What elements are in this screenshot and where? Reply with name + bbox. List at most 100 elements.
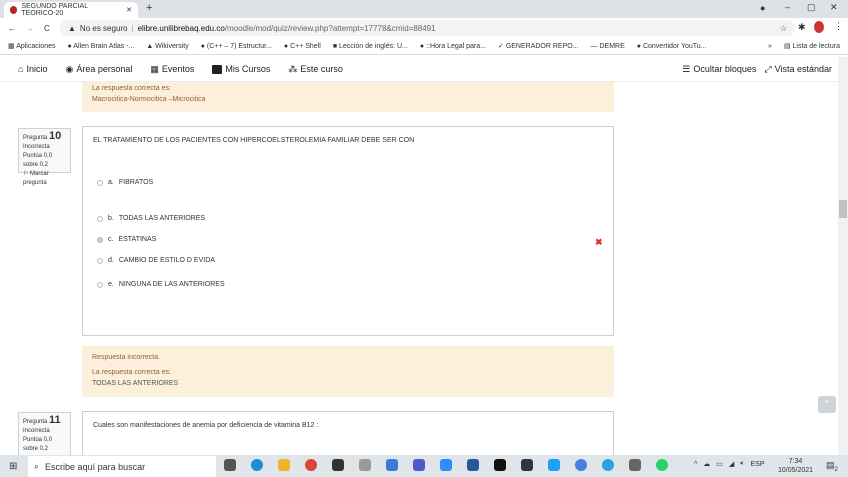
gimp-icon[interactable] bbox=[629, 459, 641, 471]
question-score: Puntúa 0,0 sobre 0,2 bbox=[23, 437, 53, 452]
scrollbar-thumb[interactable] bbox=[839, 200, 847, 218]
amazon-icon[interactable] bbox=[359, 459, 371, 471]
quiz-review-content: La respuesta correcta es: Macrocitica-No… bbox=[0, 82, 838, 455]
chrome-icon[interactable] bbox=[305, 459, 317, 471]
radio-button[interactable] bbox=[97, 257, 103, 264]
back-to-top-button[interactable]: ⌃ bbox=[818, 396, 836, 413]
question-number: 10 bbox=[49, 130, 62, 142]
new-tab-button[interactable]: + bbox=[146, 2, 152, 14]
twitter-icon[interactable] bbox=[548, 459, 560, 471]
taskbar-search[interactable]: ⌕ Escribe aquí para buscar bbox=[28, 456, 216, 477]
scrollbar[interactable] bbox=[838, 57, 848, 455]
standard-view-button[interactable]: ⤢ Vista estándar bbox=[764, 64, 832, 75]
option-b[interactable]: b. TODAS LAS ANTERIORES bbox=[97, 215, 205, 222]
bookmark-apps[interactable]: ▦ Aplicaciones bbox=[8, 42, 56, 50]
warning-icon: ▲ bbox=[68, 23, 76, 33]
sitemap-icon: ⁂ bbox=[288, 63, 298, 74]
incorrect-icon: ✖ bbox=[595, 237, 603, 247]
battery-icon[interactable]: ▭ bbox=[716, 460, 723, 468]
bookmark-item[interactable]: ● Allen Brain Atlas -... bbox=[68, 43, 135, 50]
question-score: Puntúa 0,0 sobre 0,2 bbox=[23, 153, 53, 168]
menu-icon[interactable]: ⋮ bbox=[834, 21, 843, 32]
close-window-button[interactable]: ✕ bbox=[830, 2, 838, 13]
clock[interactable]: 7:34 10/05/2021 bbox=[778, 457, 813, 475]
flag-question[interactable]: ⚐ Marcar pregunta bbox=[23, 170, 66, 188]
netflix-icon[interactable] bbox=[494, 459, 506, 471]
question-box: Cuales son manifestaciones de anemia por… bbox=[82, 411, 614, 455]
avatar[interactable] bbox=[814, 21, 824, 33]
tab-bar: SEGUNDO PARCIAL TEORICO-20 ✕ + ● – ▢ ✕ bbox=[0, 0, 848, 18]
language-indicator[interactable]: ESP bbox=[751, 461, 765, 468]
radio-button[interactable] bbox=[97, 179, 103, 186]
option-d[interactable]: d. CAMBIO DE ESTILO D EVIDA bbox=[97, 257, 215, 264]
windows-start-icon[interactable]: ⊞ bbox=[9, 461, 17, 472]
chevron-up-icon[interactable]: ^ bbox=[694, 461, 697, 468]
previous-feedback: La respuesta correcta es: Macrocitica-No… bbox=[82, 82, 614, 112]
correct-answer: Macrocitica-Normocitica –Microcitica bbox=[92, 96, 206, 103]
bookmark-item[interactable]: ● Convertidor YouTu... bbox=[637, 43, 707, 50]
file-explorer-icon[interactable] bbox=[278, 459, 290, 471]
hide-blocks-button[interactable]: ☰ Ocultar bloques bbox=[682, 64, 756, 75]
question-info: Pregunta 10 Incorrecta Puntúa 0,0 sobre … bbox=[18, 128, 71, 186]
nav-my-courses[interactable]: Mis Cursos bbox=[212, 64, 270, 74]
bookmark-item[interactable]: ● C++ Shell bbox=[284, 43, 321, 50]
bookmark-item[interactable]: ● ::Hora Legal para... bbox=[420, 43, 486, 50]
nav-events[interactable]: ▦ Eventos bbox=[150, 64, 194, 75]
edge-icon[interactable] bbox=[251, 459, 263, 471]
browser-tab[interactable]: SEGUNDO PARCIAL TEORICO-20 ✕ bbox=[4, 2, 138, 18]
option-c[interactable]: c. ESTATINAS bbox=[97, 236, 156, 243]
system-tray: ^ ☁ ▭ ◢ 🔈︎ ESP bbox=[694, 460, 765, 468]
whatsapp-icon[interactable] bbox=[656, 459, 668, 471]
correct-answer-label: La respuesta correcta es: bbox=[92, 85, 171, 92]
nav-home[interactable]: ⌂ Inicio bbox=[18, 64, 47, 74]
word-icon[interactable] bbox=[467, 459, 479, 471]
bookmark-item[interactable]: ■ Lección de inglés: U... bbox=[333, 43, 408, 50]
expand-icon: ⤢ bbox=[764, 63, 772, 74]
nav-dashboard[interactable]: ◉ Área personal bbox=[65, 64, 132, 75]
radio-button[interactable] bbox=[97, 215, 103, 222]
nav-this-course[interactable]: ⁂ Este curso bbox=[288, 64, 343, 75]
radio-button-selected[interactable] bbox=[97, 236, 103, 243]
task-view-icon[interactable] bbox=[224, 459, 236, 471]
briefcase-icon bbox=[212, 64, 223, 74]
radio-button[interactable] bbox=[97, 281, 103, 288]
telegram-icon[interactable] bbox=[602, 459, 614, 471]
bookmark-star-icon[interactable]: ☆ bbox=[780, 24, 787, 33]
question-info: Pregunta 11 Incorrecta Puntúa 0,0 sobre … bbox=[18, 412, 71, 455]
question-box: EL TRATAMIENTO DE LOS PACIENTES CON HIPE… bbox=[82, 126, 614, 336]
reload-icon[interactable]: C bbox=[44, 24, 50, 33]
minimize-button[interactable]: – bbox=[785, 2, 790, 12]
teams-icon[interactable] bbox=[413, 459, 425, 471]
close-tab-icon[interactable]: ✕ bbox=[126, 6, 132, 14]
back-icon[interactable]: ← bbox=[8, 24, 16, 33]
bookmark-item[interactable]: ● (C++ – 7) Estructur... bbox=[201, 43, 272, 50]
url-host: elibre.unilibrebaq.edu.co bbox=[137, 23, 225, 33]
volume-icon[interactable]: 🔈︎ bbox=[740, 460, 744, 468]
url-path: /moodle/mod/quiz/review.php?attempt=1777… bbox=[224, 23, 436, 33]
forward-icon[interactable]: → bbox=[26, 24, 34, 33]
bookmark-item[interactable]: ▲ Wikiversity bbox=[146, 43, 188, 50]
wifi-icon[interactable]: ◢ bbox=[729, 460, 734, 468]
maximize-button[interactable]: ▢ bbox=[807, 2, 816, 13]
reading-list[interactable]: ▤ Lista de lectura bbox=[784, 42, 840, 50]
app-icon[interactable] bbox=[521, 459, 533, 471]
moodle-navbar: ⌂ Inicio ◉ Área personal ▦ Eventos Mis Curs… bbox=[0, 57, 838, 82]
url-field[interactable]: ▲ No es seguro | elibre.unilibrebaq.edu.co… bbox=[60, 20, 795, 36]
network-icon[interactable]: ☁ bbox=[703, 460, 710, 468]
option-e[interactable]: e. NINGUNA DE LAS ANTERIORES bbox=[97, 281, 225, 288]
zoom-icon[interactable] bbox=[440, 459, 452, 471]
more-bookmarks-icon[interactable]: » bbox=[768, 43, 772, 50]
mail-icon[interactable] bbox=[386, 459, 398, 471]
bookmark-item[interactable]: — DEMRE bbox=[591, 43, 625, 50]
messenger-icon[interactable] bbox=[575, 459, 587, 471]
profile-icon[interactable]: ● bbox=[760, 3, 765, 13]
calendar-icon: ▦ bbox=[150, 63, 159, 74]
option-a[interactable]: a. FIBRATOS bbox=[97, 179, 153, 186]
bookmark-item[interactable]: ✓ GENERADOR REPO... bbox=[498, 42, 579, 50]
extensions-icon[interactable]: ✱ bbox=[798, 22, 806, 33]
correct-answer: TODAS LAS ANTERIORES bbox=[92, 380, 179, 387]
notifications-icon[interactable]: ▤2 bbox=[826, 460, 838, 473]
taskbar-apps bbox=[224, 459, 668, 471]
question-text: Cuales son manifestaciones de anemia por… bbox=[93, 422, 319, 429]
store-icon[interactable] bbox=[332, 459, 344, 471]
